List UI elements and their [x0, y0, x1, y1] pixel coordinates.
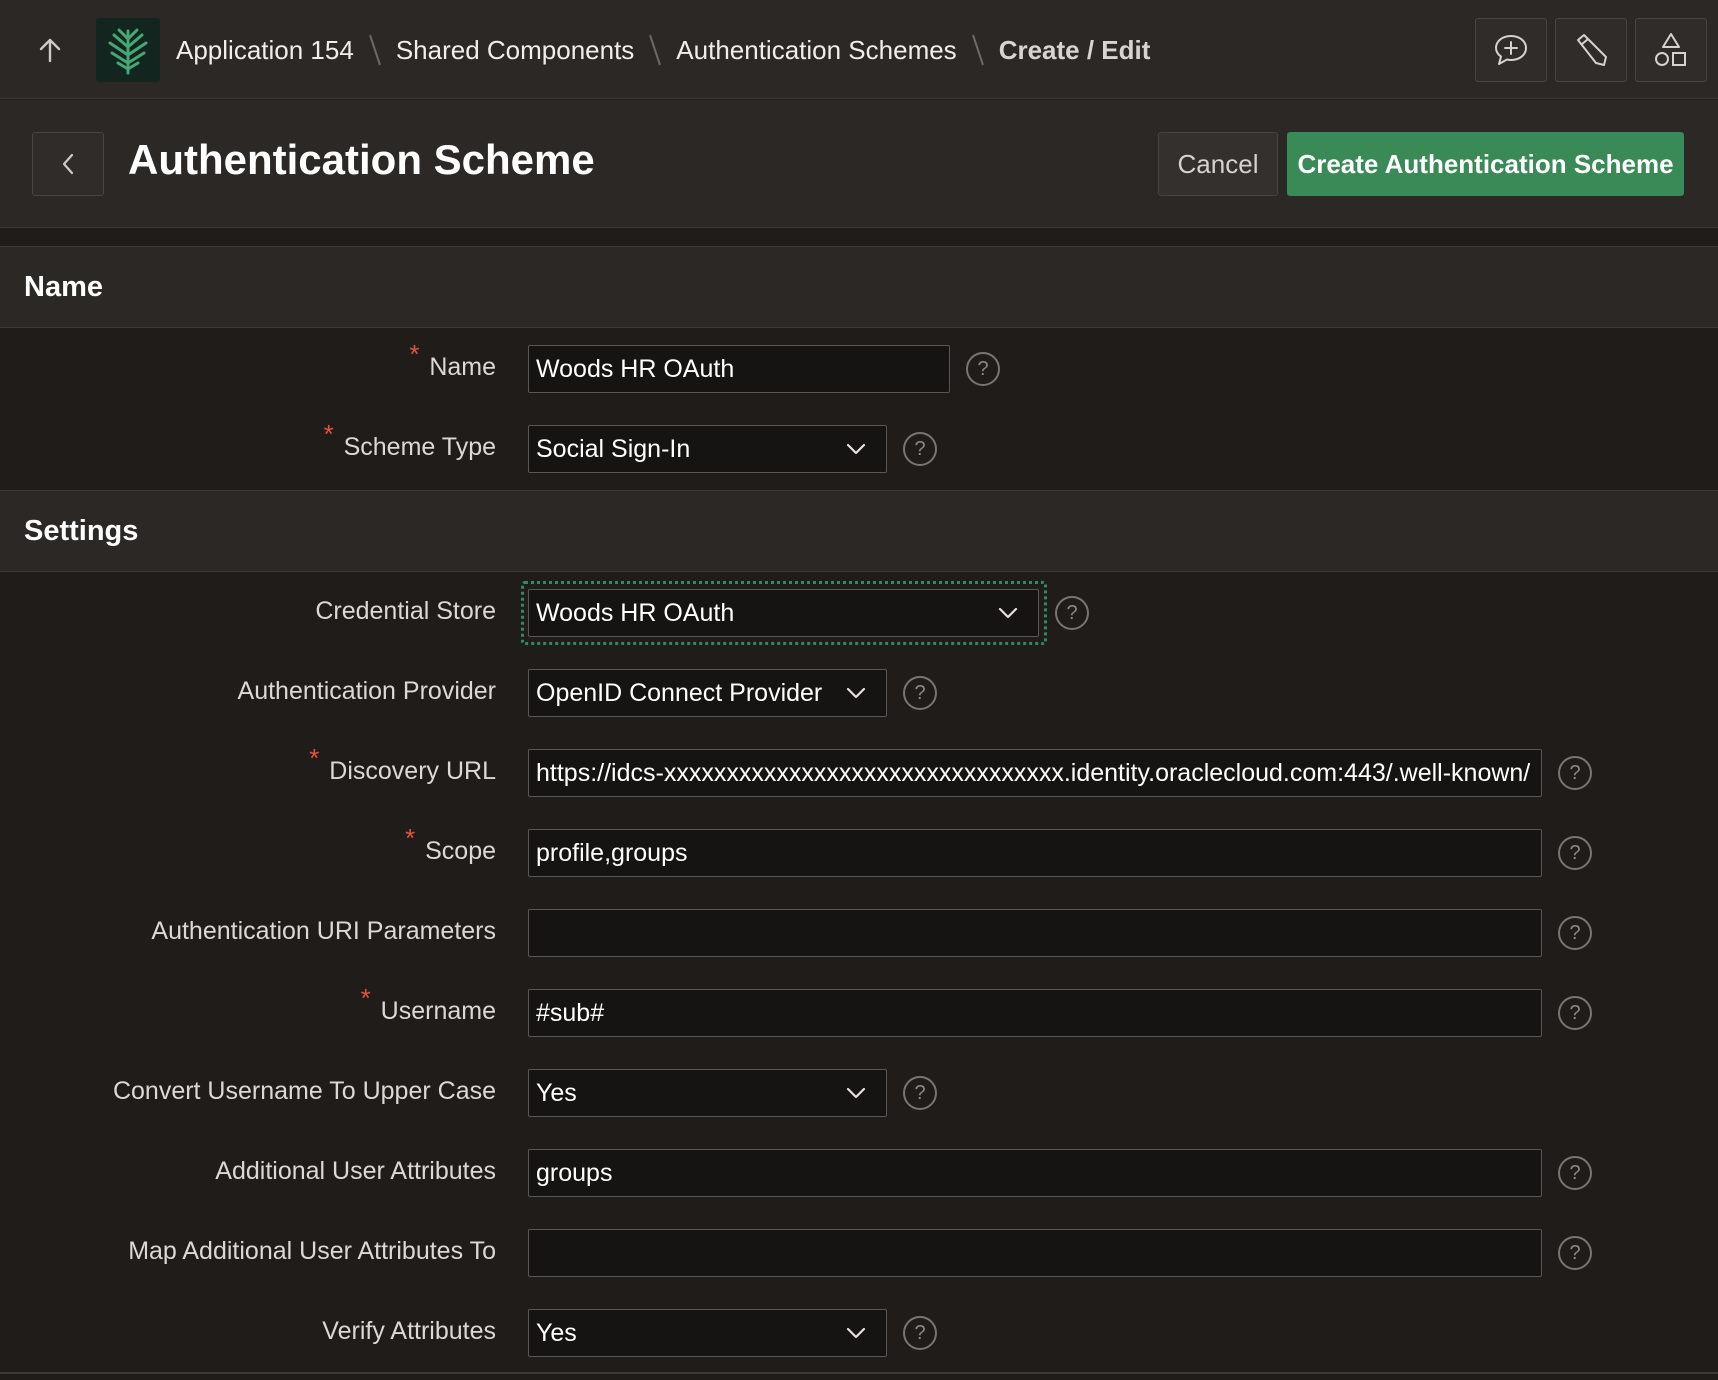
credential-store-label: Credential Store: [315, 597, 496, 625]
authentication-provider-select[interactable]: OpenID Connect Provider: [528, 669, 887, 717]
help-icon[interactable]: ?: [1558, 1156, 1592, 1190]
name-input[interactable]: Woods HR OAuth: [528, 345, 950, 393]
help-icon[interactable]: ?: [903, 1076, 937, 1110]
additional-user-attributes-label: Additional User Attributes: [215, 1157, 496, 1185]
help-icon[interactable]: ?: [1055, 596, 1089, 630]
convert-username-value: Yes: [536, 1078, 577, 1107]
pencil-tag-icon: [1577, 34, 1607, 66]
section-settings-title: Settings: [24, 515, 139, 547]
form-row-convert-username: Convert Username To Upper Case Yes ?: [0, 1069, 1718, 1129]
name-label: Name: [429, 353, 496, 381]
shapes-icon: [1655, 33, 1686, 66]
help-icon[interactable]: ?: [1558, 836, 1592, 870]
form-row-name: * Name Woods HR OAuth ?: [0, 339, 1718, 405]
required-marker: *: [409, 339, 420, 369]
feedback-button[interactable]: [1475, 18, 1547, 82]
cancel-button[interactable]: Cancel: [1158, 132, 1278, 196]
comment-plus-icon: [1495, 35, 1527, 65]
authentication-provider-value: OpenID Connect Provider: [536, 678, 823, 707]
breadcrumb-shared-components[interactable]: Shared Components: [396, 35, 634, 66]
chevron-down-icon: [846, 1327, 866, 1339]
help-icon[interactable]: ?: [1558, 756, 1592, 790]
chevron-down-icon: [998, 607, 1018, 619]
navigate-up-button[interactable]: [30, 30, 70, 70]
arrow-up-icon: [39, 38, 61, 63]
scope-label: Scope: [425, 837, 496, 865]
breadcrumb-authentication-schemes[interactable]: Authentication Schemes: [676, 35, 956, 66]
chevron-down-icon: [846, 687, 866, 699]
convert-username-select[interactable]: Yes: [528, 1069, 887, 1117]
scheme-type-select[interactable]: Social Sign-In: [528, 425, 887, 473]
breadcrumb-app[interactable]: Application 154: [176, 35, 354, 66]
section-name-header: Name: [0, 246, 1718, 328]
app-logo[interactable]: [96, 18, 160, 82]
convert-username-label: Convert Username To Upper Case: [112, 1077, 496, 1105]
top-bar: Application 154 Shared Components Authen…: [0, 0, 1718, 99]
credential-store-select[interactable]: Woods HR OAuth: [528, 589, 1039, 637]
form-row-additional-user-attributes: Additional User Attributes groups ?: [0, 1149, 1718, 1209]
form-row-map-additional-user-attributes: Map Additional User Attributes To ?: [0, 1229, 1718, 1289]
help-icon[interactable]: ?: [966, 352, 1000, 386]
username-label: Username: [380, 997, 496, 1025]
help-icon[interactable]: ?: [1558, 996, 1592, 1030]
form-row-username: * Username #sub# ?: [0, 983, 1718, 1049]
breadcrumb-current: Create / Edit: [998, 34, 1151, 65]
chevron-down-icon: [846, 443, 866, 455]
help-icon[interactable]: ?: [903, 676, 937, 710]
additional-user-attributes-input[interactable]: groups: [528, 1149, 1542, 1197]
form-row-discovery-url: * Discovery URL https://idcs-xxxxxxxxxxxx…: [0, 743, 1718, 809]
discovery-url-label: Discovery URL: [329, 757, 496, 785]
form-row-authentication-provider: Authentication Provider OpenID Connect P…: [0, 669, 1718, 729]
breadcrumb-separator-icon: [368, 33, 382, 67]
page-header: Authentication Scheme Cancel Create Auth…: [0, 100, 1718, 228]
section-settings-header: Settings: [0, 490, 1718, 572]
map-additional-user-attributes-label: Map Additional User Attributes To: [128, 1237, 496, 1265]
username-input[interactable]: #sub#: [528, 989, 1542, 1037]
authentication-uri-parameters-input[interactable]: [528, 909, 1542, 957]
authentication-provider-label: Authentication Provider: [237, 677, 496, 705]
breadcrumb-separator-icon: [648, 33, 662, 67]
section-name-title: Name: [24, 271, 103, 303]
breadcrumb: Application 154 Shared Components Authen…: [176, 28, 1150, 72]
required-marker: *: [360, 983, 371, 1013]
shared-components-button[interactable]: [1635, 18, 1707, 82]
markup-button[interactable]: [1555, 18, 1627, 82]
authentication-uri-parameters-label: Authentication URI Parameters: [151, 917, 496, 945]
verify-attributes-label: Verify Attributes: [322, 1317, 496, 1345]
verify-attributes-select[interactable]: Yes: [528, 1309, 887, 1357]
page-title: Authentication Scheme: [128, 136, 595, 183]
scheme-type-value: Social Sign-In: [536, 434, 691, 463]
header-gap: [0, 228, 1718, 246]
required-marker: *: [405, 823, 416, 853]
bottom-divider: [0, 1372, 1718, 1374]
form-row-scheme-type: * Scheme Type Social Sign-In ?: [0, 419, 1718, 485]
map-additional-user-attributes-input[interactable]: [528, 1229, 1542, 1277]
form-row-authentication-uri-parameters: Authentication URI Parameters ?: [0, 909, 1718, 969]
back-button[interactable]: [32, 132, 104, 196]
tree-logo-icon: [108, 28, 148, 75]
required-marker: *: [323, 419, 334, 449]
help-icon[interactable]: ?: [903, 1316, 937, 1350]
discovery-url-input[interactable]: https://idcs-xxxxxxxxxxxxxxxxxxxxxxxxxxx…: [528, 749, 1542, 797]
scheme-type-label: Scheme Type: [343, 433, 496, 461]
help-icon[interactable]: ?: [903, 432, 937, 466]
help-icon[interactable]: ?: [1558, 916, 1592, 950]
chevron-down-icon: [846, 1087, 866, 1099]
scope-input[interactable]: profile,groups: [528, 829, 1542, 877]
form-row-verify-attributes: Verify Attributes Yes ?: [0, 1309, 1718, 1369]
credential-store-value: Woods HR OAuth: [536, 598, 735, 627]
breadcrumb-separator-icon: [971, 33, 985, 67]
create-authentication-scheme-button[interactable]: Create Authentication Scheme: [1287, 132, 1684, 196]
required-marker: *: [309, 743, 320, 773]
form-row-credential-store: Credential Store Woods HR OAuth ?: [0, 581, 1718, 649]
form-row-scope: * Scope profile,groups ?: [0, 823, 1718, 889]
verify-attributes-value: Yes: [536, 1318, 577, 1347]
chevron-left-icon: [62, 153, 74, 175]
help-icon[interactable]: ?: [1558, 1236, 1592, 1270]
